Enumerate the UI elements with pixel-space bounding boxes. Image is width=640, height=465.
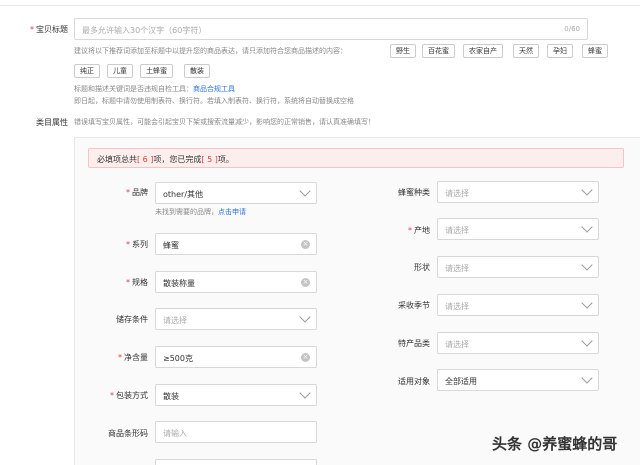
- top-divider: [0, 5, 640, 6]
- tag-nong-jia-zi-chan[interactable]: 农家自产: [463, 44, 503, 58]
- chevron-down-icon: [299, 387, 311, 399]
- origin-select[interactable]: 请选择: [437, 218, 599, 240]
- barcode-label: 商品条形码: [108, 429, 148, 438]
- target-user-select[interactable]: 全部适用: [437, 369, 599, 391]
- tag-san-zhuang[interactable]: 散装: [184, 64, 210, 78]
- category-label: 类目属性: [36, 118, 68, 127]
- brand-label: * 品牌: [126, 188, 148, 197]
- chevron-down-icon: [299, 311, 311, 323]
- series-label: * 系列: [126, 240, 148, 249]
- packaging-label: * 包装方式: [110, 391, 148, 400]
- clear-icon[interactable]: ×: [301, 240, 310, 249]
- clear-icon[interactable]: ×: [301, 353, 310, 362]
- spec-label: * 规格: [126, 278, 148, 287]
- tag-bai-hua-mi[interactable]: 百花蜜: [422, 44, 455, 58]
- storage-label: 储存条件: [116, 315, 148, 324]
- title-input[interactable]: 最多允许输入30个汉字（60字符） 0/60: [74, 18, 588, 40]
- required-done: [ 5 ]: [201, 155, 218, 164]
- tag-ye-sheng[interactable]: 野生: [390, 44, 416, 58]
- packaging-select[interactable]: 散装: [155, 384, 317, 406]
- shape-label: 形状: [414, 263, 430, 272]
- harvest-season-select[interactable]: 请选择: [437, 294, 599, 316]
- chevron-down-icon: [581, 221, 593, 233]
- specialty-select[interactable]: 请选择: [437, 332, 599, 354]
- chevron-down-icon: [581, 372, 593, 384]
- spec-input[interactable]: 散装称量 ×: [155, 271, 317, 293]
- tag-yun-fu[interactable]: 孕妇: [547, 44, 573, 58]
- honey-type-label: 蜂蜜种类: [398, 188, 430, 197]
- honey-type-select[interactable]: 请选择: [437, 181, 599, 203]
- chevron-down-icon: [299, 185, 311, 197]
- apply-brand-link[interactable]: 点击申请: [218, 208, 246, 216]
- brand-hint: 未找到需要的品牌，点击申请: [155, 208, 246, 216]
- storage-select[interactable]: 请选择: [155, 308, 317, 330]
- chevron-down-icon: [581, 335, 593, 347]
- chevron-down-icon: [581, 297, 593, 309]
- tag-chun-zheng[interactable]: 纯正: [74, 64, 100, 78]
- tag-tu-feng-mi[interactable]: 土蜂蜜: [140, 64, 173, 78]
- required-total: [ 6 ]: [137, 155, 154, 164]
- origin-label: * 产地: [408, 226, 430, 235]
- title-label: * 宝贝标题: [30, 25, 68, 34]
- net-content-label: * 净含量: [118, 353, 148, 362]
- chevron-down-icon: [581, 184, 593, 196]
- specialty-label: 特产品类: [398, 339, 430, 348]
- harvest-season-label: 采收季节: [398, 301, 430, 310]
- brand-select[interactable]: other/其他: [155, 182, 317, 204]
- next-field-partial[interactable]: [155, 459, 317, 465]
- compliance-tool-link[interactable]: 商品合规工具: [193, 85, 235, 93]
- compliance-note: 标题和描述关键词是否违规自检工具：商品合规工具: [74, 85, 235, 93]
- title-recommend-hint: 建议将以下推荐词添加至标题中以提升您的商品表达，请只添加符合您商品描述的内容：: [74, 47, 347, 55]
- category-hint: 错误填写宝贝属性，可能会引起宝贝下架或搜索流量减少，影响您的正常销售，请认真准确…: [74, 118, 375, 126]
- tab-newline-note: 即日起，标题中请勿使用制表符、换行符。若填入制表符、换行符，系统将自动替换成空格: [74, 97, 354, 105]
- net-content-input[interactable]: ≥500克 ×: [155, 346, 317, 368]
- clear-icon[interactable]: ×: [301, 278, 310, 287]
- chevron-down-icon: [581, 259, 593, 271]
- barcode-input[interactable]: 请输入: [155, 421, 317, 443]
- tag-tian-ran[interactable]: 天然: [513, 44, 539, 58]
- required-progress-alert: 必填项总共[ 6 ]项，您已完成[ 5 ]项。: [88, 148, 624, 168]
- watermark: 头条 @养蜜蜂的哥: [492, 435, 618, 453]
- tag-feng-mi[interactable]: 蜂蜜: [582, 44, 608, 58]
- title-placeholder: 最多允许输入30个汉字（60字符）: [82, 26, 207, 35]
- title-char-counter: 0/60: [564, 25, 580, 33]
- shape-select[interactable]: 请选择: [437, 256, 599, 278]
- series-input[interactable]: 蜂蜜 ×: [155, 233, 317, 255]
- tag-er-tong[interactable]: 儿童: [107, 64, 133, 78]
- target-user-label: 适用对象: [398, 377, 430, 386]
